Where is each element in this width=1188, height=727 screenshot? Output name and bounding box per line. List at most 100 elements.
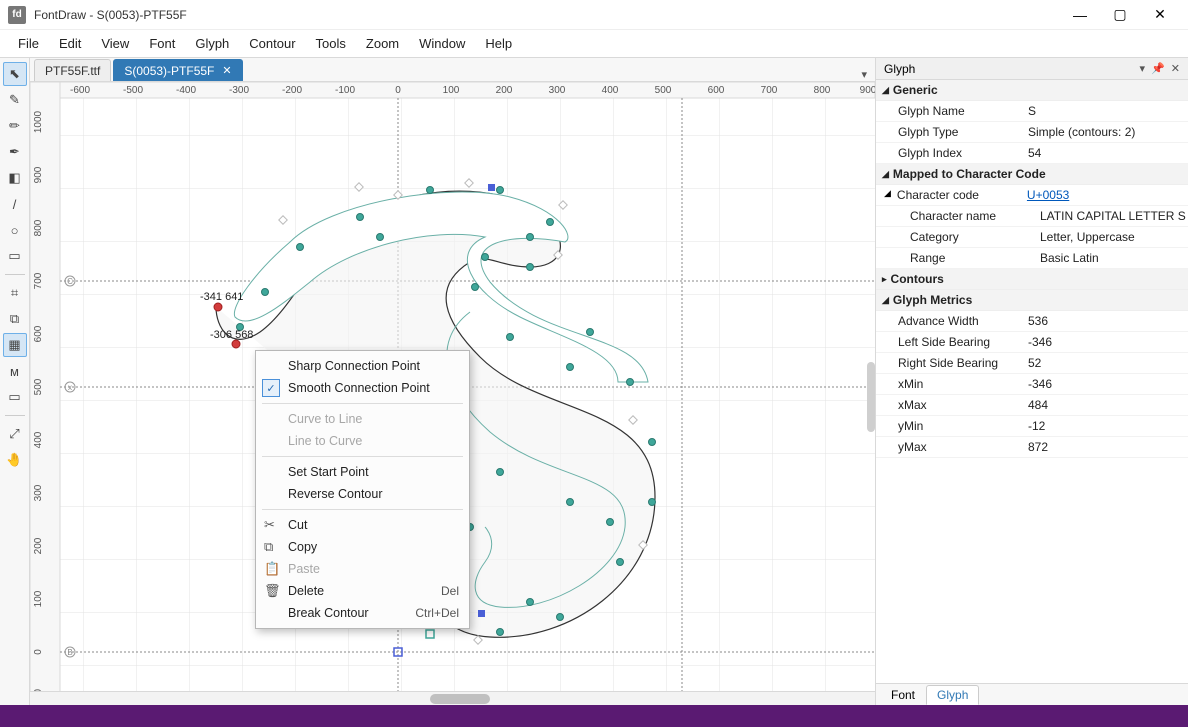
tool-grid[interactable]: ▦ [3,333,27,357]
window-title: FontDraw - S(0053)-PTF55F [34,8,187,22]
tool-grid-snap[interactable]: ⌗ [3,281,27,305]
menu-font[interactable]: Font [139,32,185,55]
ctx-line-to-curve: Line to Curve [256,430,469,452]
svg-text:300: 300 [33,484,44,501]
svg-text:600: 600 [708,85,725,96]
svg-text:-400: -400 [176,85,196,96]
tool-move[interactable]: ⤢ [3,422,27,446]
panel-dropdown-icon[interactable]: ▾ [1140,62,1146,75]
group-metrics[interactable]: ◢Glyph Metrics [876,290,1188,311]
ctx-set-start-point[interactable]: Set Start Point [256,461,469,483]
svg-text:100: 100 [33,590,44,607]
panel-footer-tabs: Font Glyph [876,683,1188,705]
menu-glyph[interactable]: Glyph [185,32,239,55]
tool-copy[interactable]: ⧉ [3,307,27,331]
row-character-code[interactable]: ◢Character codeU+0053 [876,185,1188,206]
menu-view[interactable]: View [91,32,139,55]
close-button[interactable]: ✕ [1140,1,1180,29]
svg-text:0: 0 [395,85,401,96]
properties-panel: Glyph ▾ 📌 ✕ ◢Generic Glyph NameS Glyph T… [875,58,1188,705]
maximize-button[interactable]: ▢ [1100,1,1140,29]
svg-text:200: 200 [33,537,44,554]
svg-text:-500: -500 [123,85,143,96]
svg-text:1000: 1000 [33,110,44,133]
ctx-copy[interactable]: ⧉Copy [256,536,469,558]
ctx-cut[interactable]: ✂Cut [256,514,469,536]
ctx-smooth-point[interactable]: ✓Smooth Connection Point [256,377,469,399]
point-coord-b: -306 568 [210,329,253,341]
point-coord-a: -341 641 [200,291,243,303]
trash-icon: 🗑 [264,583,281,599]
footer-tab-font[interactable]: Font [880,685,926,705]
menu-help[interactable]: Help [475,32,522,55]
ctx-sharp-point[interactable]: Sharp Connection Point [256,355,469,377]
panel-close-icon[interactable]: ✕ [1171,62,1180,75]
horizontal-scrollbar[interactable] [30,691,875,705]
menu-zoom[interactable]: Zoom [356,32,409,55]
svg-text:-200: -200 [282,85,302,96]
statusbar [0,705,1188,727]
panel-pin-icon[interactable]: 📌 [1151,62,1165,75]
vertical-scrollbar[interactable] [867,362,875,432]
svg-text:500: 500 [33,378,44,395]
svg-text:-300: -300 [229,85,249,96]
selected-point-1[interactable] [214,303,222,311]
copy-icon: ⧉ [264,539,273,555]
ctx-break-contour[interactable]: Break ContourCtrl+Del [256,602,469,624]
selected-point-2[interactable] [232,340,240,348]
menu-file[interactable]: File [8,32,49,55]
menu-edit[interactable]: Edit [49,32,91,55]
check-icon: ✓ [262,379,280,397]
tool-rect[interactable]: ▭ [3,244,27,268]
group-contours[interactable]: ▸Contours [876,269,1188,290]
tool-pencil[interactable]: ✏ [3,114,27,138]
tool-strip: ⬉ ✎ ✏ ✒ ◧ / ○ ▭ ⌗ ⧉ ▦ ᴍ ▭ ⤢ 🤚 [0,58,30,705]
menu-window[interactable]: Window [409,32,475,55]
ctx-delete[interactable]: 🗑DeleteDel [256,580,469,602]
tab-label: PTF55F.ttf [45,64,100,78]
clipboard-icon: 📋 [264,561,280,577]
svg-text:700: 700 [33,272,44,289]
tab-close-icon[interactable]: ✕ [222,64,231,77]
svg-text:100: 100 [443,85,460,96]
menubar: File Edit View Font Glyph Contour Tools … [0,30,1188,58]
menu-tools[interactable]: Tools [306,32,356,55]
tab-label: S(0053)-PTF55F [124,64,214,78]
start-point[interactable] [488,184,495,191]
minimize-button[interactable]: — [1060,1,1100,29]
svg-text:500: 500 [655,85,672,96]
document-tabs: PTF55F.ttf S(0053)-PTF55F ✕ ▾ [30,58,875,82]
tool-box[interactable]: ▭ [3,385,27,409]
app-icon: fd [8,6,26,24]
svg-text:400: 400 [33,431,44,448]
svg-text:300: 300 [549,85,566,96]
group-mapped[interactable]: ◢Mapped to Character Code [876,164,1188,185]
group-generic[interactable]: ◢Generic [876,80,1188,101]
tab-glyph[interactable]: S(0053)-PTF55F ✕ [113,59,242,81]
svg-text:600: 600 [33,325,44,342]
tool-eraser[interactable]: ◧ [3,166,27,190]
svg-text:B: B [67,648,72,657]
svg-text:C: C [67,277,73,286]
svg-text:400: 400 [602,85,619,96]
start-point-2[interactable] [478,610,485,617]
menu-contour[interactable]: Contour [239,32,305,55]
tabs-overflow-button[interactable]: ▾ [853,68,875,81]
panel-title: Glyph [884,62,915,76]
ctx-curve-to-line: Curve to Line [256,408,469,430]
footer-tab-glyph[interactable]: Glyph [926,685,979,705]
tool-pen[interactable]: ✎ [3,88,27,112]
tool-metrics[interactable]: ᴍ [3,359,27,383]
tool-line[interactable]: / [3,192,27,216]
svg-text:700: 700 [761,85,778,96]
context-menu: Sharp Connection Point ✓Smooth Connectio… [255,350,470,629]
tab-font-file[interactable]: PTF55F.ttf [34,59,111,81]
tool-hand[interactable]: 🤚 [3,448,27,472]
svg-text:x: x [68,383,72,392]
glyph-canvas[interactable]: -600 -500 -400 -300 -200 -100 0 100 200 … [30,82,875,691]
tool-pointer[interactable]: ⬉ [3,62,27,86]
tool-brush[interactable]: ✒ [3,140,27,164]
svg-text:800: 800 [33,219,44,236]
ctx-reverse-contour[interactable]: Reverse Contour [256,483,469,505]
tool-ellipse[interactable]: ○ [3,218,27,242]
